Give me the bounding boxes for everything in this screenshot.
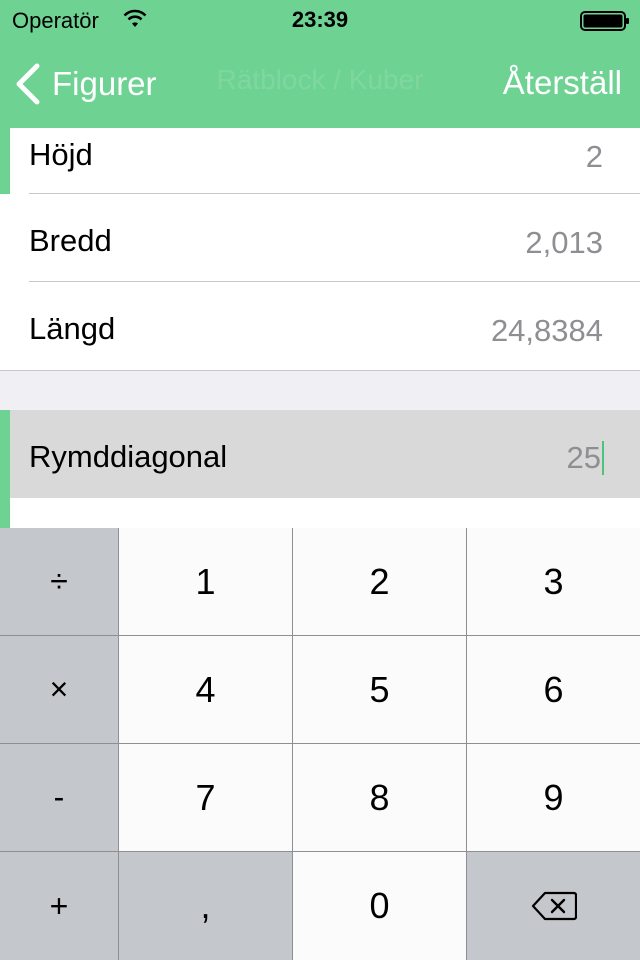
status-bar: Operatör 23:39 xyxy=(0,0,640,40)
key-1[interactable]: 1 xyxy=(119,528,292,635)
numeric-keypad: ÷ 1 2 3 × 4 5 6 - 7 8 9 + , 0 xyxy=(0,528,640,960)
key-9[interactable]: 9 xyxy=(467,744,640,851)
backspace-key[interactable] xyxy=(467,852,640,960)
key-4[interactable]: 4 xyxy=(119,636,292,743)
field-label: Längd xyxy=(29,311,116,346)
key-8[interactable]: 8 xyxy=(293,744,466,851)
field-label: Rymddiagonal xyxy=(29,439,228,474)
field-value-text: 25 xyxy=(566,440,601,475)
key-5[interactable]: 5 xyxy=(293,636,466,743)
key-6[interactable]: 6 xyxy=(467,636,640,743)
key-0[interactable]: 0 xyxy=(293,852,466,960)
key-comma[interactable]: , xyxy=(119,852,292,960)
header-overlap xyxy=(0,106,640,128)
reset-button[interactable]: Återställ xyxy=(503,64,622,102)
key-7[interactable]: 7 xyxy=(119,744,292,851)
section-accent-bar xyxy=(0,410,10,528)
battery-icon xyxy=(580,11,629,31)
section-accent-bar xyxy=(0,128,10,194)
key-divide[interactable]: ÷ xyxy=(0,528,118,635)
text-cursor xyxy=(602,441,604,475)
row-blank xyxy=(0,498,640,528)
key-multiply[interactable]: × xyxy=(0,636,118,743)
field-label: Höjd xyxy=(29,137,93,172)
field-value[interactable]: 24,8384 xyxy=(491,313,603,349)
key-3[interactable]: 3 xyxy=(467,528,640,635)
field-row-width[interactable]: Bredd 2,013 xyxy=(0,194,640,282)
clock: 23:39 xyxy=(291,7,349,32)
field-label: Bredd xyxy=(29,223,112,258)
field-row-length[interactable]: Längd 24,8384 xyxy=(0,282,640,370)
field-row-space-diagonal[interactable]: Rymddiagonal 25 xyxy=(0,410,640,498)
key-2[interactable]: 2 xyxy=(293,528,466,635)
field-value[interactable]: 2 xyxy=(586,139,603,175)
backspace-icon xyxy=(531,891,577,921)
key-minus[interactable]: - xyxy=(0,744,118,851)
field-value-input[interactable]: 25 xyxy=(567,440,604,476)
key-plus[interactable]: + xyxy=(0,852,118,960)
field-value[interactable]: 2,013 xyxy=(525,225,603,261)
section-gap xyxy=(0,370,640,410)
